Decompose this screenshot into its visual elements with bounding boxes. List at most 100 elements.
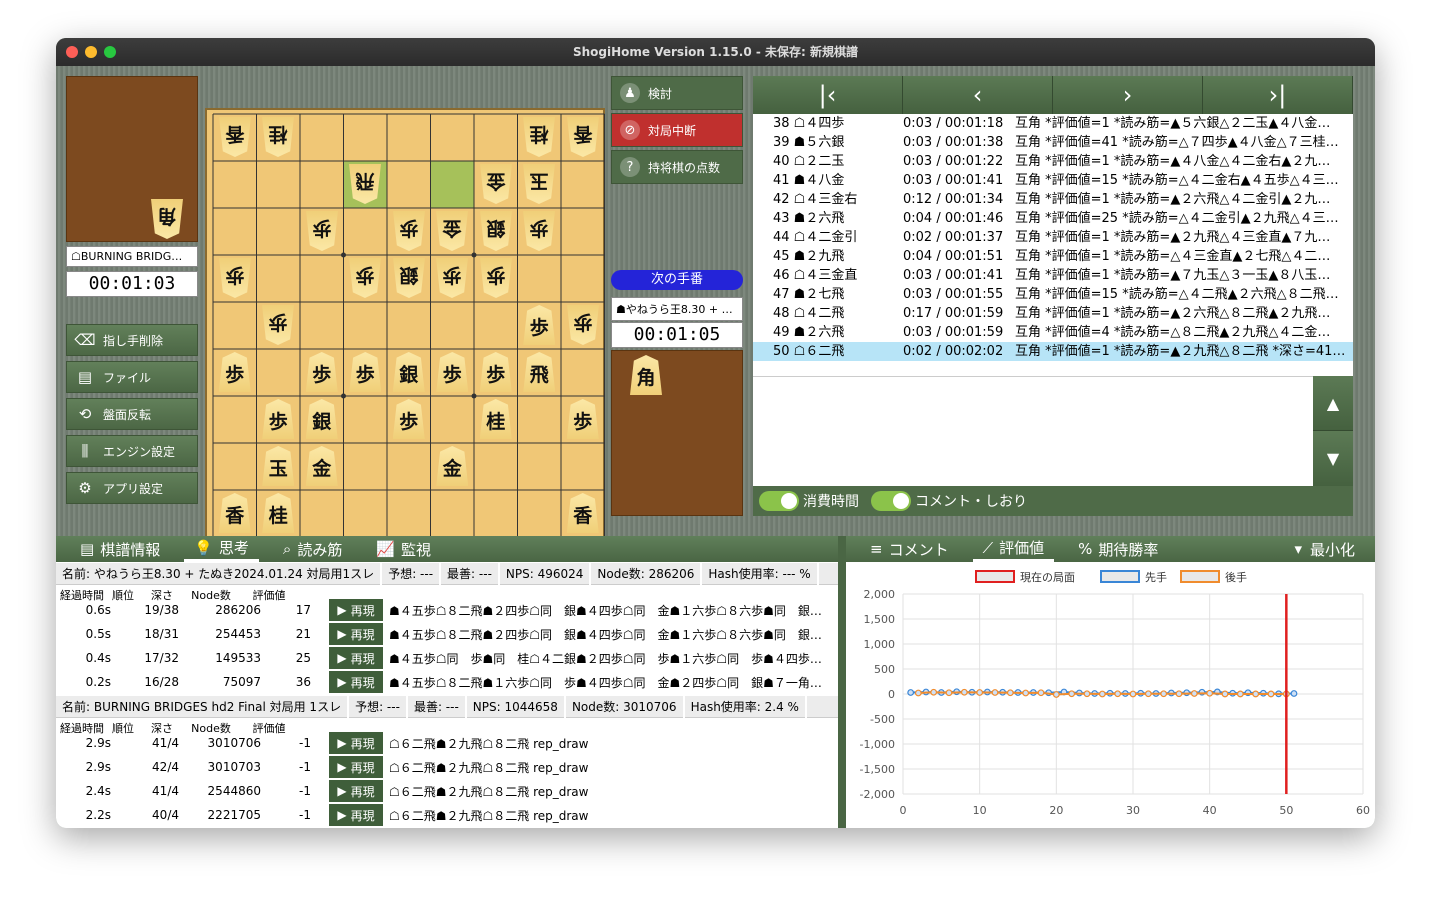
gote-piece[interactable]: 飛 <box>349 164 381 204</box>
sente-piece[interactable]: 香 <box>218 493 251 533</box>
scroll-up-button[interactable]: ▲ <box>1313 376 1353 431</box>
evaluation-chart[interactable]: 現在の局面 先手 後手2,0001,5001,0005000-500-1,000-1… <box>846 562 1375 828</box>
left-button-4[interactable]: ⚙ アプリ設定 <box>66 472 198 504</box>
record-row[interactable]: 40 ☖２二玉 0:03 / 00:01:22 互角 *評価値=1 *読み筋=▲４八… <box>753 152 1353 171</box>
series-point[interactable] <box>1252 690 1260 698</box>
replay-button[interactable]: ▶ 再現 <box>329 671 383 693</box>
replay-button[interactable]: ▶ 再現 <box>329 732 383 754</box>
gote-piece[interactable]: 桂 <box>262 117 294 157</box>
sente-piece[interactable]: 歩 <box>349 352 382 392</box>
sente-piece[interactable]: 歩 <box>262 399 295 439</box>
record-list[interactable]: 38 ☖４四歩 0:03 / 00:01:18 互角 *評価値=1 *読み筋=▲５六… <box>753 114 1353 376</box>
tab-monitor[interactable]: 📈 監視 <box>366 536 441 562</box>
series-point[interactable] <box>1190 690 1198 697</box>
series-point[interactable] <box>1206 689 1214 697</box>
series-point[interactable] <box>1221 690 1229 698</box>
gote-piece[interactable]: 歩 <box>480 258 512 298</box>
gote-piece[interactable]: 銀 <box>480 211 512 251</box>
sente-piece[interactable]: 金 <box>305 446 338 486</box>
sente-piece[interactable]: 香 <box>566 493 599 533</box>
minimize-button[interactable]: ▾ 最小化 <box>1294 539 1355 560</box>
sente-piece[interactable]: 桂 <box>262 493 295 533</box>
tab-win-rate[interactable]: % 期待勝率 <box>1068 536 1168 562</box>
replay-button[interactable]: ▶ 再現 <box>329 756 383 778</box>
replay-button[interactable]: ▶ 再現 <box>329 647 383 669</box>
record-row[interactable]: 44 ☖４二金引 0:02 / 00:01:37 互角 *評価値=1 *読み筋=▲２… <box>753 228 1353 247</box>
close-window-button[interactable] <box>66 46 78 58</box>
gote-piece[interactable]: 歩 <box>262 305 294 345</box>
minimize-window-button[interactable] <box>85 46 97 58</box>
last-move-button[interactable]: ›| <box>1203 76 1353 114</box>
series-point[interactable] <box>1083 690 1091 698</box>
toggle-switch[interactable] <box>871 491 911 511</box>
comment-toggle[interactable]: コメント・しおり <box>871 491 1027 511</box>
record-row[interactable]: 38 ☖４四歩 0:03 / 00:01:18 互角 *評価値=1 *読み筋=▲５六… <box>753 114 1353 133</box>
tab-thinking[interactable]: 💡 思考 <box>184 536 259 562</box>
gote-piece[interactable]: 歩 <box>567 305 599 345</box>
sente-piece[interactable]: 飛 <box>523 352 556 392</box>
sente-piece[interactable]: 桂 <box>479 399 512 439</box>
series-point[interactable] <box>1267 690 1275 698</box>
replay-button[interactable]: ▶ 再現 <box>329 804 383 826</box>
series-point[interactable] <box>907 689 915 696</box>
left-button-1[interactable]: ▤ ファイル <box>66 361 198 393</box>
replay-button[interactable]: ▶ 再現 <box>329 599 383 621</box>
series-point[interactable] <box>1114 690 1122 698</box>
gote-piece[interactable]: 歩 <box>393 211 425 251</box>
series-point[interactable] <box>1160 690 1168 698</box>
record-row[interactable]: 43 ☗２六飛 0:04 / 00:01:46 互角 *評価値=25 *読み筋=△４… <box>753 209 1353 228</box>
gote-piece[interactable]: 歩 <box>436 258 468 298</box>
series-point[interactable] <box>960 688 968 696</box>
gote-piece[interactable]: 銀 <box>393 258 425 298</box>
record-row[interactable]: 46 ☖４三金直 0:03 / 00:01:41 互角 *評価値=1 *読み筋=▲７… <box>753 266 1353 285</box>
next-move-button[interactable]: › <box>1053 76 1203 114</box>
sente-piece[interactable]: 歩 <box>218 352 251 392</box>
sente-piece[interactable]: 歩 <box>523 305 556 345</box>
record-comment-area[interactable] <box>753 376 1313 486</box>
first-move-button[interactable]: |‹ <box>753 76 903 114</box>
elapsed-time-toggle[interactable]: 消費時間 <box>759 491 859 511</box>
tab-evaluation[interactable]: ⟋ 評価値 <box>972 536 1055 562</box>
sente-hand[interactable]: 角 <box>611 350 743 516</box>
gote-piece[interactable]: 金 <box>436 211 468 251</box>
record-row[interactable]: 45 ☗２九飛 0:04 / 00:01:51 互角 *評価値=1 *読み筋=△４三… <box>753 247 1353 266</box>
series-point[interactable] <box>991 689 999 696</box>
series-point[interactable] <box>1098 690 1106 698</box>
sente-piece[interactable]: 銀 <box>305 399 338 439</box>
tab-pv[interactable]: ⌕ 読み筋 <box>273 536 352 562</box>
series-point[interactable] <box>1144 690 1152 698</box>
sente-piece[interactable]: 歩 <box>479 352 512 392</box>
record-row[interactable]: 41 ☗４八金 0:03 / 00:01:41 互角 *評価値=15 *読み筋=△４… <box>753 171 1353 190</box>
series-point[interactable] <box>1236 690 1244 698</box>
shogi-board[interactable]: 987654321一二三四五六七八九 香桂桂香飛金玉歩歩金銀歩歩歩銀歩歩歩歩歩歩… <box>205 108 605 540</box>
sente-piece[interactable]: 歩 <box>392 399 425 439</box>
engine-button-0[interactable]: ♟ 検討 <box>611 76 743 110</box>
series-point[interactable] <box>1037 689 1045 697</box>
sente-piece[interactable]: 金 <box>436 446 469 486</box>
series-point[interactable] <box>1129 690 1137 698</box>
zoom-window-button[interactable] <box>104 46 116 58</box>
left-button-2[interactable]: ⟲ 盤面反転 <box>66 398 198 430</box>
toggle-switch[interactable] <box>759 491 799 511</box>
panel-divider[interactable] <box>838 536 846 828</box>
gote-piece[interactable]: 香 <box>567 117 599 157</box>
replay-button[interactable]: ▶ 再現 <box>329 780 383 802</box>
sente-hand-piece[interactable]: 角 <box>630 355 662 395</box>
series-point[interactable] <box>1068 690 1076 698</box>
series-point[interactable] <box>930 688 938 696</box>
record-row[interactable]: 48 ☖４二飛 0:17 / 00:01:59 互角 *評価値=1 *読み筋=▲２六… <box>753 304 1353 323</box>
record-row[interactable]: 47 ☗２七飛 0:03 / 00:01:55 互角 *評価値=15 *読み筋=△４… <box>753 285 1353 304</box>
gote-piece[interactable]: 歩 <box>349 258 381 298</box>
gote-piece[interactable]: 桂 <box>523 117 555 157</box>
sente-piece[interactable]: 歩 <box>566 399 599 439</box>
record-row[interactable]: 39 ☗５六銀 0:03 / 00:01:38 互角 *評価値=41 *読み筋=△７… <box>753 133 1353 152</box>
series-point[interactable] <box>1006 689 1014 697</box>
series-point[interactable] <box>1052 691 1060 698</box>
gote-piece[interactable]: 歩 <box>523 211 555 251</box>
series-point[interactable] <box>976 689 984 696</box>
gote-piece[interactable]: 歩 <box>219 258 251 298</box>
record-row[interactable]: 49 ☗２六飛 0:03 / 00:01:59 互角 *評価値=4 *読み筋=△８二… <box>753 323 1353 342</box>
prev-move-button[interactable]: ‹ <box>903 76 1053 114</box>
series-point[interactable] <box>914 689 922 697</box>
series-point[interactable] <box>945 689 953 697</box>
